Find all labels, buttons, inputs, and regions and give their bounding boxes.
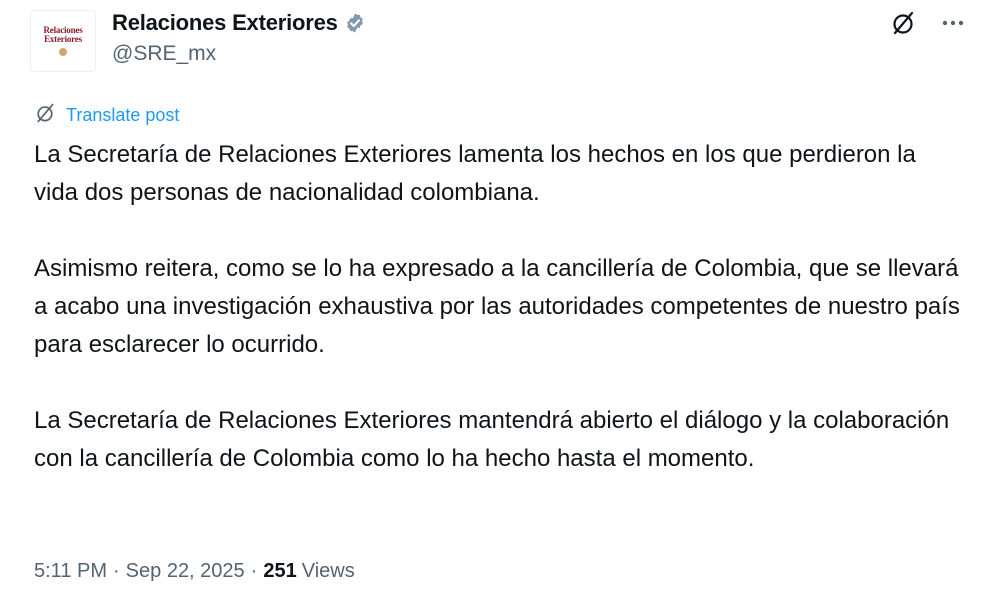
translate-post-link[interactable]: Translate post [34,102,179,129]
post-actions [890,10,966,36]
meta-separator: · [250,560,258,582]
verified-badge-icon[interactable] [344,12,366,34]
translate-label: Translate post [66,105,180,125]
post-date[interactable]: Sep 22, 2025 [126,560,245,583]
more-horizontal-icon[interactable] [940,10,966,36]
seal-icon [59,48,67,56]
views-label: Views [301,560,355,582]
post-text: La Secretaría de Relaciones Exteriores l… [34,136,964,516]
views-count[interactable]: 251 [263,560,296,583]
avatar[interactable]: Relaciones Exteriores [30,10,96,72]
post-paragraph-3: La Secretaría de Relaciones Exteriores m… [34,407,950,472]
translate-icon [34,102,56,129]
post-paragraph-1: La Secretaría de Relaciones Exteriores l… [34,141,916,206]
post-card: Relaciones Exteriores Relaciones Exterio… [0,0,992,610]
display-name[interactable]: Relaciones Exteriores [112,10,338,36]
meta-separator: · [113,560,120,582]
post-time[interactable]: 5:11 PM [34,560,107,583]
post-paragraph-2: Asimismo reitera, como se lo ha expresad… [34,255,960,358]
post-meta: 5:11 PM · Sep 22, 2025 · 251 Views [34,560,355,583]
account-handle[interactable]: @SRE_mx [112,42,216,66]
avatar-text-line2: Exteriores [44,34,82,44]
slashed-circle-icon[interactable] [890,10,916,36]
author-name-row: Relaciones Exteriores [112,8,366,38]
